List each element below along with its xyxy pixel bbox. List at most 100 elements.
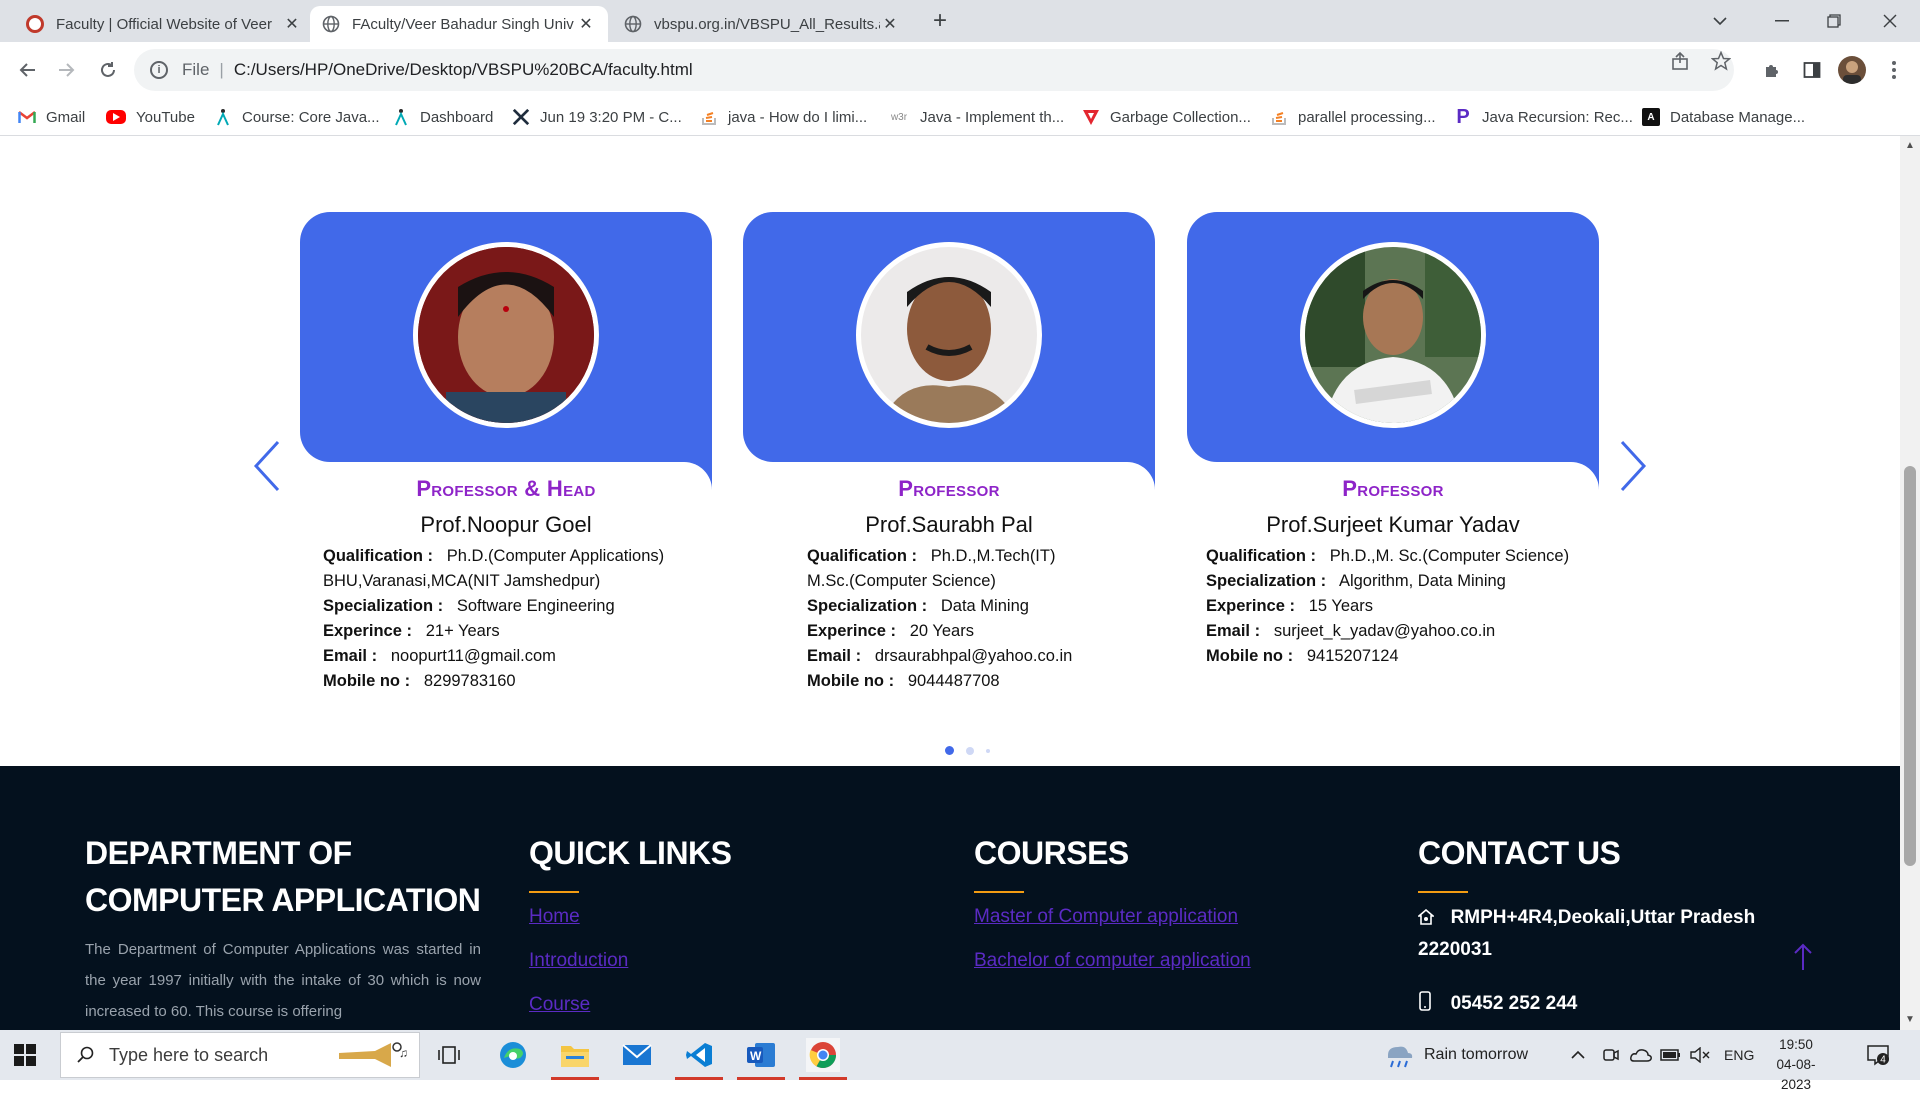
bookmark-gmail[interactable]: Gmail bbox=[18, 106, 85, 128]
footer-link-mca[interactable]: Master of Computer application bbox=[974, 903, 1251, 931]
faculty-name: Prof.Saurabh Pal bbox=[865, 512, 1033, 537]
bookmark-stackoverflow-1[interactable]: java - How do I limi... bbox=[700, 106, 867, 128]
close-window-icon[interactable] bbox=[1864, 0, 1916, 42]
bookmark-youtube[interactable]: YouTube bbox=[106, 106, 195, 128]
vscode-icon[interactable] bbox=[682, 1038, 716, 1072]
globe-icon bbox=[624, 15, 642, 33]
show-hidden-icons-chevron-icon[interactable] bbox=[1570, 1030, 1586, 1080]
close-tab-icon[interactable]: ✕ bbox=[282, 14, 302, 34]
university-logo-icon bbox=[26, 15, 44, 33]
w3r-icon: w3r bbox=[890, 111, 908, 123]
input-language[interactable]: ENG bbox=[1724, 1030, 1754, 1080]
onedrive-cloud-icon[interactable] bbox=[1630, 1030, 1652, 1080]
detail-line: Qualification : Ph.D.,M.Tech(IT) bbox=[807, 547, 1056, 565]
tab-title: FAculty/Veer Bahadur Singh Univ bbox=[352, 15, 574, 33]
detail-line: Experince : 20 Years bbox=[807, 622, 974, 640]
bookmark-recursion[interactable]: P Java Recursion: Rec... bbox=[1454, 106, 1633, 128]
bookmark-label: Course: Core Java... bbox=[242, 108, 380, 126]
tab-results[interactable]: vbspu.org.in/VBSPU_All_Results.a ✕ bbox=[612, 6, 912, 42]
bookmark-star-icon[interactable] bbox=[1710, 50, 1732, 77]
footer-contact-column: CONTACT US RMPH+4R4,Deokali,Uttar Prades… bbox=[1416, 830, 1798, 1021]
restore-icon[interactable] bbox=[1808, 0, 1860, 42]
chrome-icon[interactable] bbox=[806, 1038, 840, 1072]
close-tab-icon[interactable]: ✕ bbox=[576, 14, 596, 34]
word-icon[interactable]: W bbox=[744, 1038, 778, 1072]
scroll-down-arrow-icon[interactable]: ▼ bbox=[1905, 1014, 1915, 1025]
carousel-prev-arrow-icon[interactable] bbox=[248, 436, 288, 496]
file-explorer-icon[interactable] bbox=[558, 1038, 592, 1072]
carousel-next-arrow-icon[interactable] bbox=[1612, 436, 1652, 496]
tab-title: Faculty | Official Website of Veer bbox=[56, 15, 272, 33]
url-text[interactable]: C:/Users/HP/OneDrive/Desktop/VBSPU%20BCA… bbox=[234, 60, 693, 80]
side-panel-icon[interactable] bbox=[1798, 56, 1826, 84]
volume-muted-icon[interactable] bbox=[1690, 1030, 1710, 1080]
bookmark-course[interactable]: Course: Core Java... bbox=[214, 106, 380, 128]
bookmark-label: Java Recursion: Rec... bbox=[1482, 108, 1633, 126]
detail-line: Specialization : Data Mining bbox=[807, 597, 1029, 615]
tab-strip: Faculty | Official Website of Veer ✕ FAc… bbox=[0, 0, 1920, 42]
new-tab-button[interactable]: + bbox=[924, 6, 956, 38]
address-bar[interactable]: i File | C:/Users/HP/OneDrive/Desktop/VB… bbox=[134, 49, 1734, 91]
close-tab-icon[interactable]: ✕ bbox=[880, 14, 900, 34]
extensions-icon[interactable] bbox=[1758, 56, 1786, 84]
page-scrollbar[interactable]: ▲ ▼ bbox=[1900, 136, 1920, 1030]
faculty-photo-frame bbox=[413, 242, 599, 428]
mail-icon[interactable] bbox=[620, 1038, 654, 1072]
forward-icon[interactable] bbox=[52, 56, 80, 84]
bookmark-label: Java - Implement th... bbox=[920, 108, 1065, 126]
course-icon bbox=[214, 108, 232, 126]
scroll-up-arrow-icon[interactable]: ▲ bbox=[1905, 140, 1915, 151]
site-info-icon[interactable]: i bbox=[150, 61, 168, 79]
tab-faculty-local[interactable]: FAculty/Veer Bahadur Singh Univ ✕ bbox=[310, 6, 608, 42]
battery-icon[interactable] bbox=[1660, 1030, 1682, 1080]
share-icon[interactable] bbox=[1670, 51, 1690, 77]
task-view-icon[interactable] bbox=[432, 1038, 466, 1072]
scrollbar-thumb[interactable] bbox=[1904, 466, 1916, 866]
carousel-dot[interactable] bbox=[986, 748, 990, 753]
minimize-icon[interactable] bbox=[1756, 0, 1808, 42]
taskbar-search-box[interactable]: Type here to search ♫ bbox=[60, 1032, 420, 1078]
profile-avatar[interactable] bbox=[1838, 56, 1866, 84]
bookmark-stackoverflow-2[interactable]: parallel processing... bbox=[1270, 106, 1436, 128]
scheme-separator: | bbox=[219, 60, 224, 79]
footer-dept-column: DEPARTMENT OF COMPUTER APPLICATION The D… bbox=[85, 830, 485, 1027]
bookmark-label: YouTube bbox=[136, 108, 195, 126]
footer-link-home[interactable]: Home bbox=[529, 903, 732, 931]
bookmark-database[interactable]: A Database Manage... bbox=[1642, 106, 1805, 128]
stackoverflow-icon bbox=[1270, 108, 1288, 126]
bookmark-label: Jun 19 3:20 PM - C... bbox=[540, 108, 682, 126]
carousel-dot-active[interactable] bbox=[945, 746, 954, 755]
footer-link-bca[interactable]: Bachelor of computer application bbox=[974, 947, 1251, 975]
windows-start-icon[interactable] bbox=[14, 1044, 36, 1066]
back-icon[interactable] bbox=[14, 56, 42, 84]
meet-now-icon[interactable] bbox=[1602, 1030, 1620, 1080]
faculty-details: Qualification : Ph.D.(Computer Applicati… bbox=[300, 544, 712, 694]
tab-search-chevron-icon[interactable] bbox=[1694, 0, 1746, 42]
bookmarks-bar: Gmail YouTube Course: Core Java... Dashb… bbox=[0, 98, 1920, 136]
system-clock[interactable]: 19:50 04-08-2023 bbox=[1762, 1035, 1830, 1095]
bookmark-w3r[interactable]: w3r Java - Implement th... bbox=[888, 106, 1064, 128]
reload-icon[interactable] bbox=[94, 56, 122, 84]
footer-link-course[interactable]: Course bbox=[529, 991, 732, 1019]
clock-time: 19:50 bbox=[1779, 1037, 1813, 1052]
back-to-top-arrow-icon[interactable] bbox=[1792, 942, 1814, 980]
quicklinks-heading: QUICK LINKS bbox=[529, 835, 732, 871]
windows-taskbar: Type here to search ♫ W Rain tomorrow EN… bbox=[0, 1030, 1920, 1092]
detail-line: Email : drsaurabhpal@yahoo.co.in bbox=[807, 647, 1073, 665]
bookmark-dashboard[interactable]: Dashboard bbox=[392, 106, 493, 128]
faculty-photo-frame bbox=[1300, 242, 1486, 428]
weather-widget[interactable]: Rain tomorrow bbox=[1384, 1030, 1528, 1080]
faculty-role: Professor & Head bbox=[416, 476, 596, 501]
bookmark-label: Database Manage... bbox=[1670, 108, 1806, 126]
menu-kebab-icon[interactable] bbox=[1880, 56, 1908, 84]
tab-faculty-official[interactable]: Faculty | Official Website of Veer ✕ bbox=[14, 6, 314, 42]
bookmark-garbage[interactable]: Garbage Collection... bbox=[1082, 106, 1251, 128]
detail-line: Email : noopurt11@gmail.com bbox=[323, 647, 556, 665]
bookmark-label: Gmail bbox=[46, 108, 86, 126]
bookmark-jun19[interactable]: Jun 19 3:20 PM - C... bbox=[512, 106, 682, 128]
carousel-dot[interactable] bbox=[966, 746, 974, 755]
edge-browser-icon[interactable] bbox=[496, 1038, 530, 1072]
notification-center-icon[interactable]: 4 bbox=[1866, 1030, 1890, 1080]
footer-link-introduction[interactable]: Introduction bbox=[529, 947, 732, 975]
detail-line: Email : surjeet_k_yadav@yahoo.co.in bbox=[1206, 622, 1496, 640]
